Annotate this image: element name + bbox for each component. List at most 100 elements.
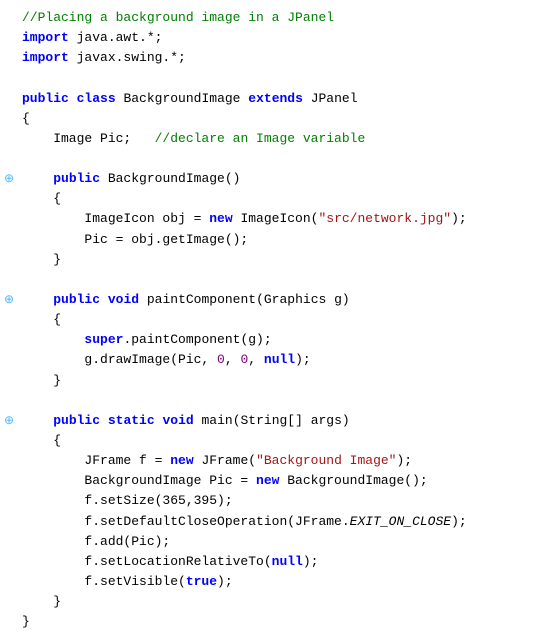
code-token: BackgroundImage(): [100, 171, 240, 186]
code-token: JFrame f =: [22, 453, 170, 468]
code-text: {: [22, 109, 534, 129]
code-line: g.drawImage(Pic, 0, 0, null);: [0, 350, 544, 370]
gutter-icon[interactable]: ⊕: [0, 170, 18, 189]
code-line: ⊕ public void paintComponent(Graphics g): [0, 290, 544, 310]
code-token: EXIT_ON_CLOSE: [350, 514, 451, 529]
code-token: static: [108, 413, 155, 428]
code-token: ,: [248, 352, 264, 367]
code-text: super.paintComponent(g);: [22, 330, 534, 350]
code-token: );: [217, 574, 233, 589]
code-token: null: [264, 352, 295, 367]
code-token: extends: [248, 91, 303, 106]
code-line: Image Pic; //declare an Image variable: [0, 129, 544, 149]
code-line: f.setVisible(true);: [0, 572, 544, 592]
code-token: BackgroundImage Pic =: [22, 473, 256, 488]
code-text: ImageIcon obj = new ImageIcon("src/netwo…: [22, 209, 534, 229]
code-token: void: [108, 292, 139, 307]
code-text: }: [22, 371, 534, 391]
code-line: import javax.swing.*;: [0, 48, 544, 68]
code-token: {: [22, 111, 30, 126]
code-token: [100, 413, 108, 428]
code-token: f.setSize(365,395);: [22, 493, 233, 508]
code-token: f.setLocationRelativeTo(: [22, 554, 272, 569]
code-token: .paintComponent(g);: [123, 332, 271, 347]
code-token: [69, 91, 77, 106]
code-line: f.add(Pic);: [0, 532, 544, 552]
code-line: [0, 149, 544, 169]
code-token: "src/network.jpg": [318, 211, 451, 226]
code-token: [22, 332, 84, 347]
code-token: }: [22, 614, 30, 629]
code-text: BackgroundImage Pic = new BackgroundImag…: [22, 471, 534, 491]
code-line: f.setSize(365,395);: [0, 491, 544, 511]
code-line: //Placing a background image in a JPanel: [0, 8, 544, 28]
code-token: paintComponent(Graphics g): [139, 292, 350, 307]
code-token: [100, 292, 108, 307]
code-text: f.setSize(365,395);: [22, 491, 534, 511]
code-token: ImageIcon(: [233, 211, 319, 226]
code-token: Pic = obj.getImage();: [22, 232, 248, 247]
code-line: BackgroundImage Pic = new BackgroundImag…: [0, 471, 544, 491]
code-token: );: [451, 514, 467, 529]
code-line: {: [0, 431, 544, 451]
code-token: {: [22, 312, 61, 327]
code-line: import java.awt.*;: [0, 28, 544, 48]
code-token: new: [209, 211, 232, 226]
code-token: class: [77, 91, 116, 106]
gutter-icon[interactable]: ⊕: [0, 291, 18, 310]
code-text: }: [22, 250, 534, 270]
code-token: java.awt.*;: [69, 30, 163, 45]
code-text: {: [22, 431, 534, 451]
code-token: public: [53, 171, 100, 186]
code-token: javax.swing.*;: [69, 50, 186, 65]
code-text: }: [22, 612, 534, 632]
code-token: true: [186, 574, 217, 589]
code-token: {: [22, 433, 61, 448]
code-text: Pic = obj.getImage();: [22, 230, 534, 250]
gutter-icon[interactable]: ⊕: [0, 412, 18, 431]
code-token: void: [162, 413, 193, 428]
code-line: ImageIcon obj = new ImageIcon("src/netwo…: [0, 209, 544, 229]
code-token: JFrame(: [194, 453, 256, 468]
code-line: {: [0, 109, 544, 129]
code-token: BackgroundImage();: [279, 473, 427, 488]
code-line: Pic = obj.getImage();: [0, 230, 544, 250]
code-text: }: [22, 592, 534, 612]
code-line: ⊕ public static void main(String[] args): [0, 411, 544, 431]
code-token: super: [84, 332, 123, 347]
code-line: [0, 391, 544, 411]
code-token: f.add(Pic);: [22, 534, 170, 549]
code-text: f.setVisible(true);: [22, 572, 534, 592]
code-token: [22, 171, 53, 186]
code-text: f.setLocationRelativeTo(null);: [22, 552, 534, 572]
code-token: new: [170, 453, 193, 468]
code-text: public class BackgroundImage extends JPa…: [22, 89, 534, 109]
code-text: [22, 149, 534, 169]
code-token: 0: [217, 352, 225, 367]
code-line: {: [0, 189, 544, 209]
code-token: );: [295, 352, 311, 367]
code-text: import javax.swing.*;: [22, 48, 534, 68]
code-text: //Placing a background image in a JPanel: [22, 8, 534, 28]
code-token: [22, 413, 53, 428]
code-text: [22, 270, 534, 290]
code-line: }: [0, 371, 544, 391]
code-editor: //Placing a background image in a JPanel…: [0, 0, 544, 640]
code-text: f.add(Pic);: [22, 532, 534, 552]
code-token: main(String[] args): [194, 413, 350, 428]
code-token: }: [22, 373, 61, 388]
code-token: import: [22, 30, 69, 45]
code-line: }: [0, 250, 544, 270]
code-text: g.drawImage(Pic, 0, 0, null);: [22, 350, 534, 370]
code-text: [22, 68, 534, 88]
code-line: super.paintComponent(g);: [0, 330, 544, 350]
code-text: public static void main(String[] args): [22, 411, 534, 431]
code-text: public BackgroundImage(): [22, 169, 534, 189]
code-line: {: [0, 310, 544, 330]
code-token: import: [22, 50, 69, 65]
code-token: ImageIcon obj =: [22, 211, 209, 226]
code-text: [22, 391, 534, 411]
code-token: Image Pic;: [22, 131, 155, 146]
code-token: public: [53, 413, 100, 428]
code-line: public class BackgroundImage extends JPa…: [0, 89, 544, 109]
